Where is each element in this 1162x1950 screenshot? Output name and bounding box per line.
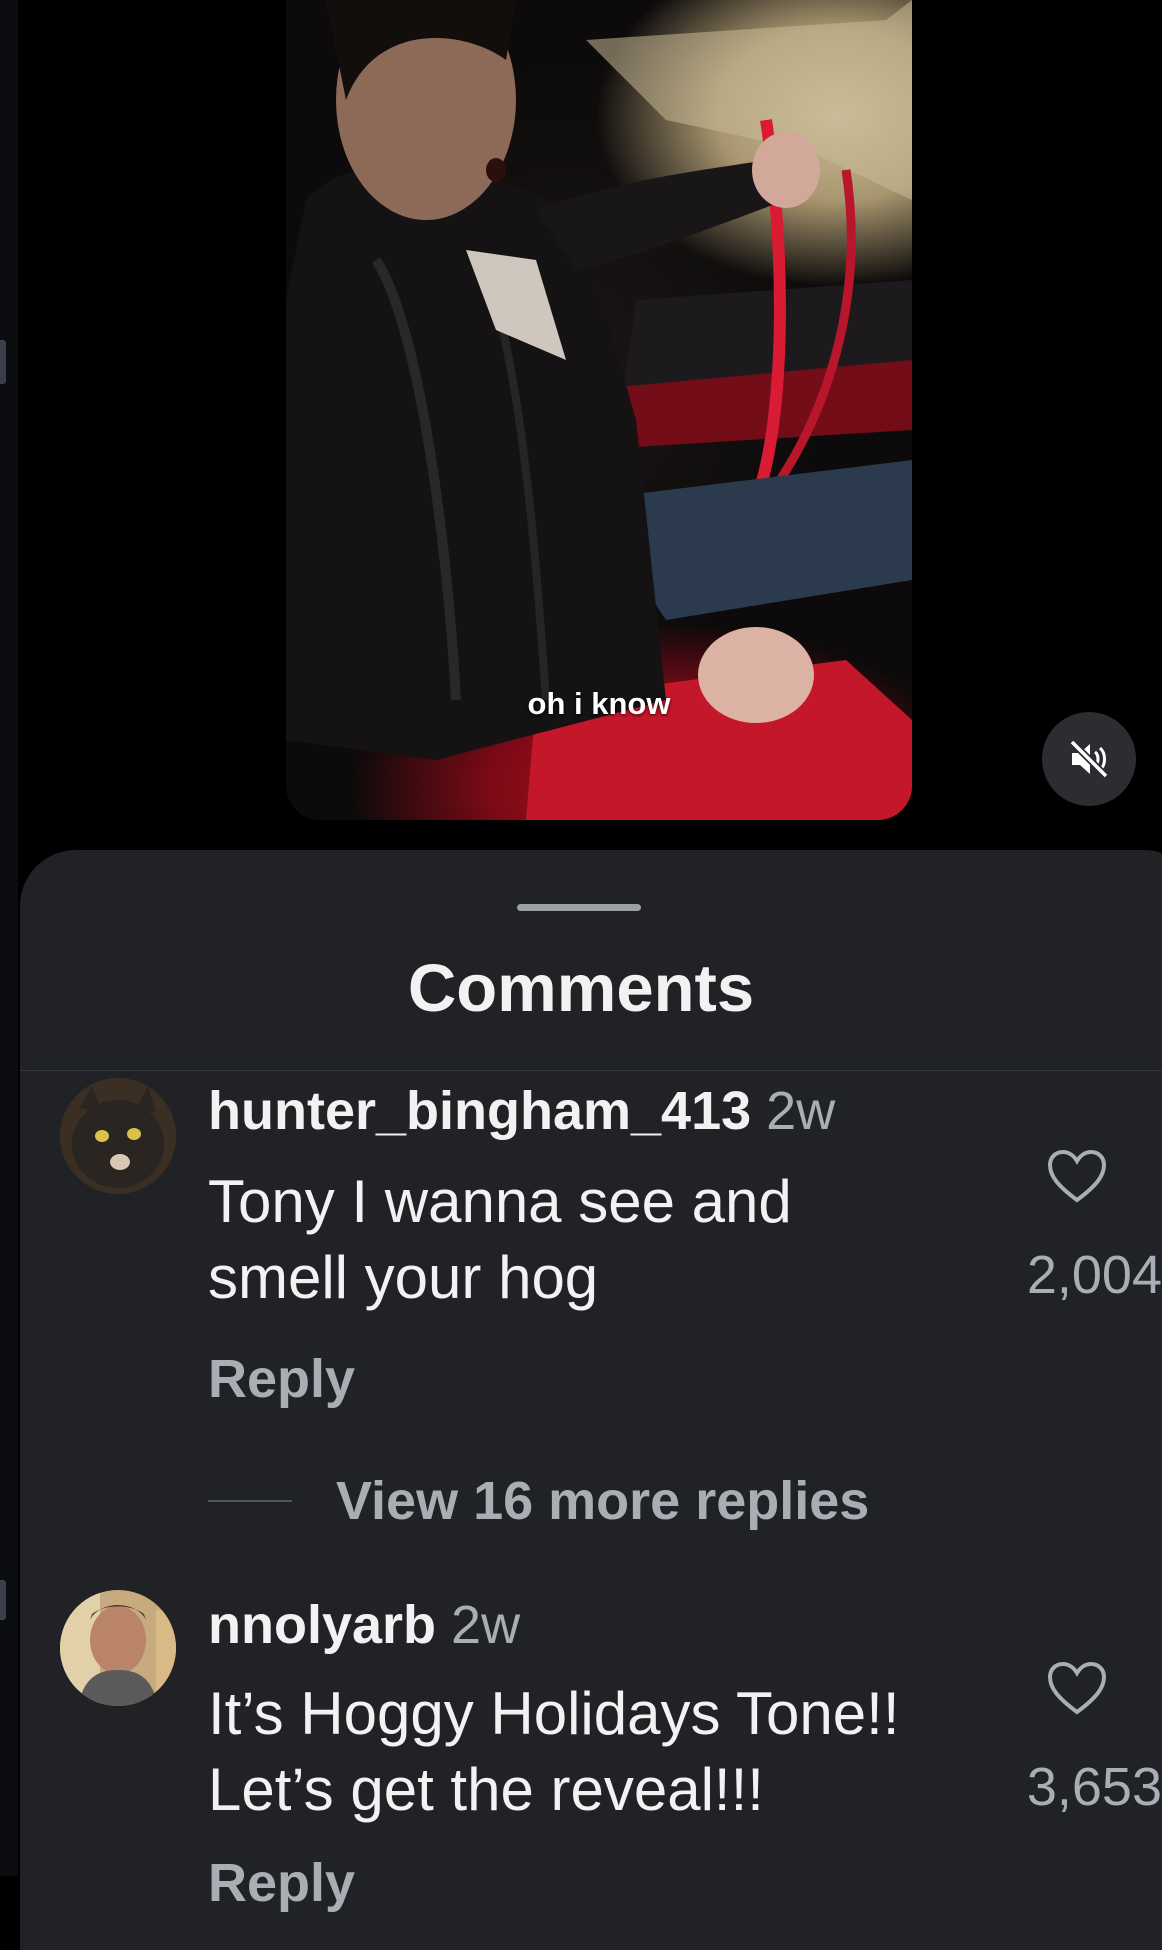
- edge-marker: [0, 340, 6, 384]
- video-player[interactable]: oh i know: [286, 0, 912, 820]
- comment-text-line: It’s Hoggy Holidays Tone!!: [208, 1680, 900, 1747]
- like-count: 3,653: [1026, 1757, 1162, 1817]
- view-more-replies-button[interactable]: View 16 more replies: [208, 1466, 869, 1536]
- comments-title: Comments: [407, 951, 755, 1026]
- sheet-drag-handle[interactable]: [517, 904, 641, 911]
- reply-button[interactable]: Reply: [208, 1348, 355, 1410]
- replies-line: [208, 1500, 292, 1502]
- comment-text-line: smell your hog: [208, 1244, 599, 1311]
- comment-text-line: Tony I wanna see and: [208, 1168, 792, 1235]
- comment-timestamp: 2w: [766, 1081, 836, 1141]
- previous-panel-edge: [0, 0, 18, 1876]
- comment-username[interactable]: nnolyarb: [208, 1595, 436, 1655]
- video-caption: oh i know: [527, 686, 671, 721]
- edge-marker: [0, 1580, 6, 1620]
- heart-icon[interactable]: [1046, 1148, 1108, 1204]
- avatar[interactable]: [60, 1590, 176, 1706]
- heart-icon[interactable]: [1046, 1660, 1108, 1716]
- comment-username[interactable]: hunter_bingham_413: [208, 1081, 751, 1141]
- view-more-replies-label: View 16 more replies: [336, 1471, 870, 1531]
- person-avatar-image: [60, 1590, 176, 1706]
- speaker-muted-icon: [1069, 739, 1109, 779]
- comment-username-line: hunter_bingham_413 2w: [208, 1080, 835, 1142]
- avatar[interactable]: [60, 1078, 176, 1194]
- comment-text-line: Let’s get the reveal!!!: [208, 1756, 764, 1823]
- comment-username-line: nnolyarb 2w: [208, 1594, 520, 1656]
- comment-timestamp: 2w: [451, 1595, 521, 1655]
- reply-button[interactable]: Reply: [208, 1852, 355, 1914]
- comment-text: Tony I wanna see and smell your hog: [208, 1164, 1008, 1316]
- mute-toggle-button[interactable]: [1042, 712, 1136, 806]
- comment-text: It’s Hoggy Holidays Tone!! Let’s get the…: [208, 1676, 1008, 1828]
- like-count: 2,004: [1026, 1245, 1162, 1305]
- cat-avatar-image: [60, 1078, 176, 1194]
- header-divider: [20, 1070, 1162, 1071]
